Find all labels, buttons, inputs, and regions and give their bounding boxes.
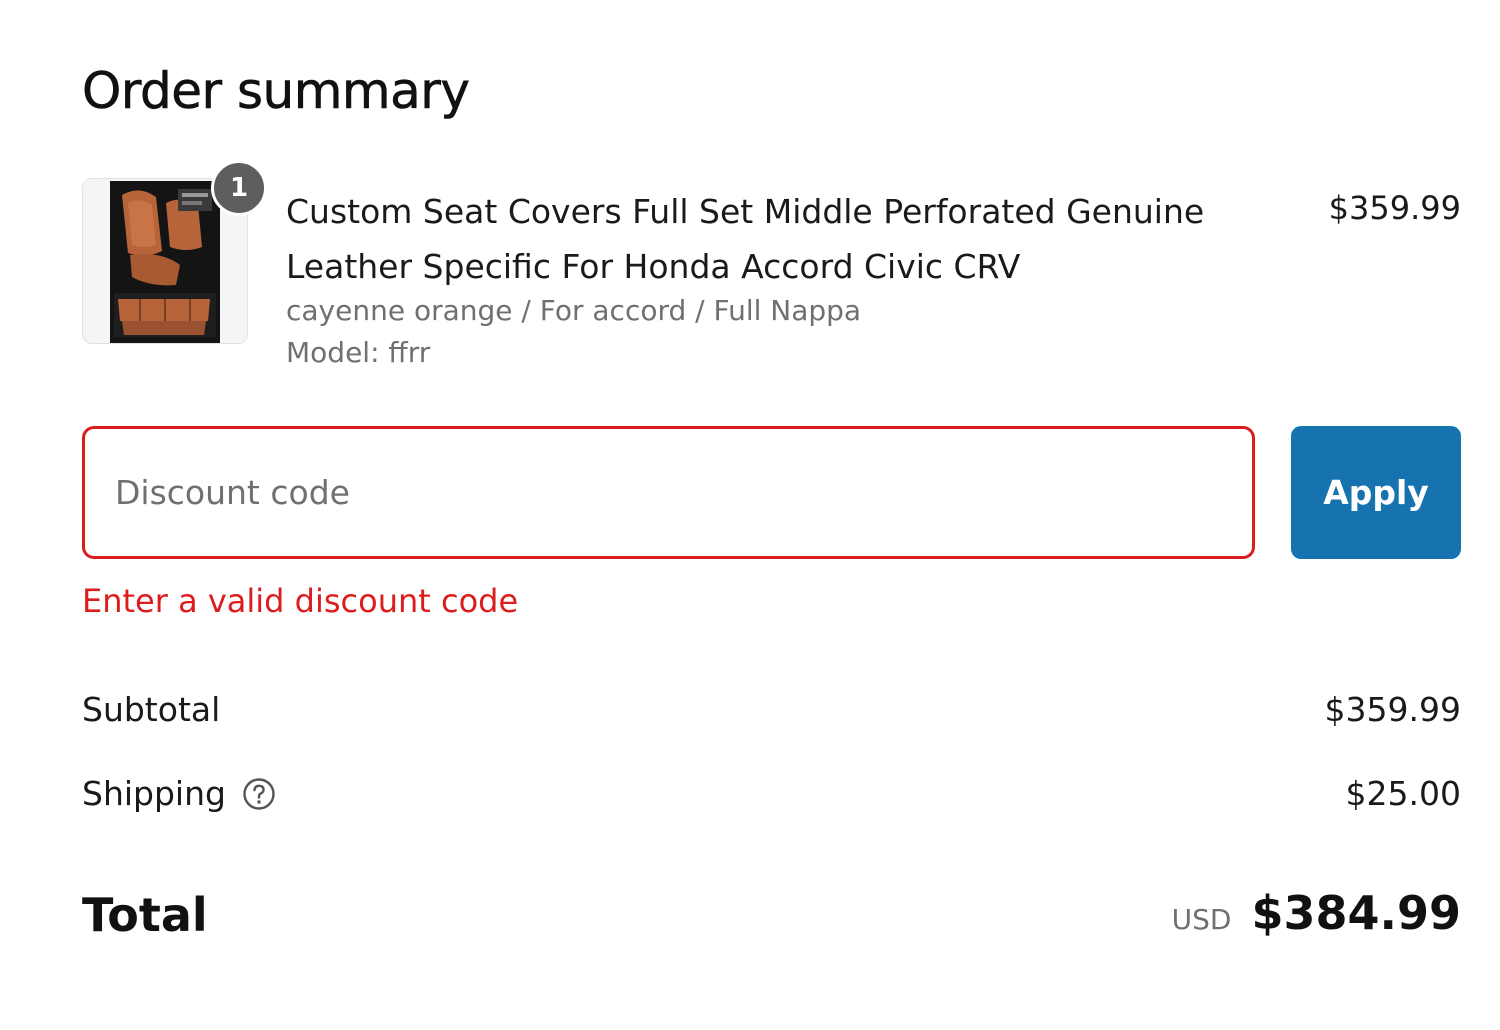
product-model: Model: ffrr xyxy=(286,336,431,369)
total-value: $384.99 xyxy=(1251,886,1461,940)
shipping-row-label: Shipping xyxy=(82,774,276,813)
page-title: Order summary xyxy=(82,62,471,121)
car-seat-cover-image xyxy=(110,181,220,343)
currency-code: USD xyxy=(1171,903,1232,936)
total-label: Total xyxy=(82,888,208,942)
subtotal-label: Subtotal xyxy=(82,690,221,729)
shipping-value: $25.00 xyxy=(1345,774,1461,813)
quantity-badge: 1 xyxy=(211,160,267,216)
discount-error-message: Enter a valid discount code xyxy=(82,582,519,620)
total-amount: USD $384.99 xyxy=(1172,886,1461,940)
apply-button[interactable]: Apply xyxy=(1291,426,1461,559)
product-name: Custom Seat Covers Full Set Middle Perfo… xyxy=(286,192,1205,286)
product-price: $359.99 xyxy=(1328,189,1461,227)
product-thumbnail: 1 xyxy=(82,160,267,344)
shipping-label: Shipping xyxy=(82,774,226,813)
discount-code-input[interactable] xyxy=(82,426,1255,559)
subtotal-value: $359.99 xyxy=(1324,690,1461,729)
product-variant: cayenne orange / For accord / Full Nappa xyxy=(286,294,862,327)
question-circle-icon[interactable] xyxy=(242,777,276,811)
order-summary: Order summary 1 Custom Seat Covers Full … xyxy=(82,0,1461,1030)
